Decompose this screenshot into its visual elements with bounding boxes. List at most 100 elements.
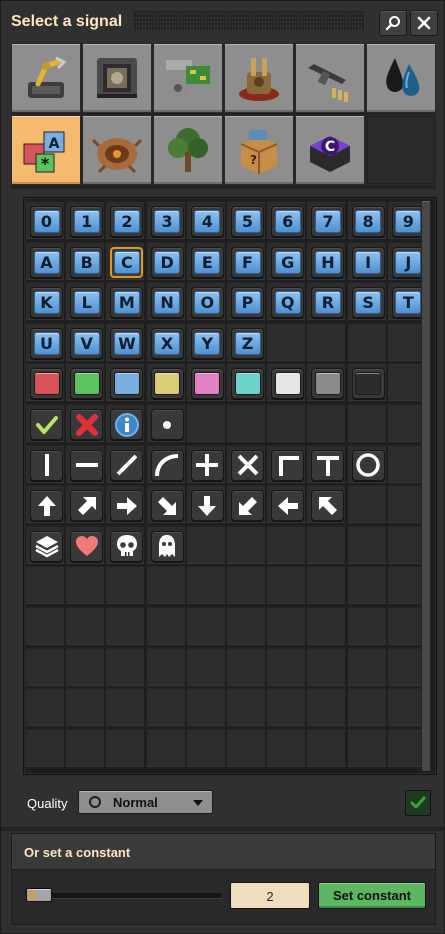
tab-fluids[interactable] <box>366 43 436 113</box>
signal-b[interactable]: B <box>70 246 104 278</box>
signal-9[interactable]: 9 <box>391 206 425 237</box>
signal-yellow[interactable] <box>150 368 184 400</box>
signal-circle[interactable] <box>351 449 385 481</box>
tab-constants[interactable]: C <box>295 115 365 185</box>
signal-grey[interactable] <box>311 368 345 400</box>
tab-production[interactable] <box>82 43 152 113</box>
grid-scrollbar-thumb[interactable] <box>422 201 430 771</box>
search-button[interactable] <box>379 10 407 36</box>
signal-3[interactable]: 3 <box>150 206 184 237</box>
signal-q[interactable]: Q <box>271 287 305 319</box>
signal-horizontal-line[interactable] <box>70 449 104 481</box>
signal-tee[interactable] <box>311 449 345 481</box>
signal-arrow-down[interactable] <box>190 490 224 522</box>
signal-t[interactable]: T <box>391 287 425 319</box>
signal-x[interactable]: X <box>150 327 184 359</box>
tab-unsorted[interactable]: ? <box>224 115 294 185</box>
tab-logistics[interactable] <box>11 43 81 113</box>
signal-5[interactable]: 5 <box>231 206 264 237</box>
signal-m[interactable]: M <box>110 287 144 319</box>
quality-row: Quality Normal <box>11 785 436 821</box>
signal-arrow-right[interactable] <box>110 490 144 522</box>
signal-n[interactable]: N <box>150 287 184 319</box>
quality-dropdown[interactable]: Normal <box>78 790 213 814</box>
signal-0[interactable]: 0 <box>30 206 63 237</box>
tab-environment[interactable] <box>153 115 223 185</box>
signal-s[interactable]: S <box>351 287 385 319</box>
signal-c[interactable]: C <box>110 246 144 278</box>
signal-skull[interactable] <box>110 530 144 562</box>
constant-slider-track[interactable] <box>26 893 222 898</box>
signal-s-label: S <box>355 291 382 315</box>
drag-handle[interactable] <box>133 11 364 31</box>
signal-blue[interactable] <box>110 368 144 400</box>
signal-slot-empty <box>186 647 225 686</box>
tab-intermediate-products[interactable] <box>153 43 223 113</box>
signal-green[interactable] <box>70 368 104 400</box>
signal-arrow-left[interactable] <box>271 490 305 522</box>
signal-r[interactable]: R <box>311 287 345 319</box>
signal-diagonal-line[interactable] <box>110 449 144 481</box>
signal-heart[interactable] <box>70 530 104 562</box>
signal-a[interactable]: A <box>30 246 63 278</box>
signal-arrow-down-right[interactable] <box>150 490 184 522</box>
signal-slot-empty <box>186 728 225 767</box>
signal-h[interactable]: H <box>311 246 345 278</box>
signal-deny[interactable] <box>70 409 104 440</box>
set-constant-button[interactable]: Set constant <box>318 882 426 909</box>
signal-l[interactable]: L <box>70 287 104 319</box>
signal-stack[interactable] <box>30 530 63 562</box>
signal-pink[interactable] <box>190 368 224 400</box>
signal-4-label: 4 <box>194 210 221 233</box>
signal-w[interactable]: W <box>110 327 144 359</box>
signal-arrow-up[interactable] <box>30 490 63 522</box>
deny-icon <box>75 413 98 436</box>
signal-check[interactable] <box>30 409 63 440</box>
signal-i[interactable]: I <box>351 246 385 278</box>
signal-8[interactable]: 8 <box>351 206 385 237</box>
signal-dot[interactable] <box>150 409 184 440</box>
signal-black[interactable] <box>351 368 385 400</box>
signal-6[interactable]: 6 <box>271 206 305 237</box>
signal-g[interactable]: G <box>271 246 305 278</box>
signal-curve[interactable] <box>150 449 184 481</box>
tab-signals[interactable]: A * <box>11 115 81 185</box>
signal-e[interactable]: E <box>190 246 224 278</box>
signal-p[interactable]: P <box>231 287 264 319</box>
signal-plus[interactable] <box>190 449 224 481</box>
signal-4[interactable]: 4 <box>190 206 224 237</box>
signal-arrow-up-right[interactable] <box>70 490 104 522</box>
tab-combat-structures[interactable] <box>224 43 294 113</box>
signal-f[interactable]: F <box>231 246 264 278</box>
signal-y[interactable]: Y <box>190 327 224 359</box>
signal-k[interactable]: K <box>30 287 63 319</box>
signal-2[interactable]: 2 <box>110 206 144 237</box>
signal-o[interactable]: O <box>190 287 224 319</box>
signal-cross[interactable] <box>231 449 264 481</box>
signal-vertical-line[interactable] <box>30 449 63 481</box>
signal-d[interactable]: D <box>150 246 184 278</box>
signal-red-swatch <box>33 372 60 396</box>
signal-info[interactable] <box>110 409 144 440</box>
signal-j[interactable]: J <box>391 246 425 278</box>
signal-arrow-down-left[interactable] <box>231 490 264 522</box>
signal-7[interactable]: 7 <box>311 206 345 237</box>
skull-icon <box>116 535 137 557</box>
close-button[interactable] <box>410 10 438 36</box>
signal-corner[interactable] <box>271 449 305 481</box>
tab-enemies[interactable] <box>82 115 152 185</box>
tab-combat[interactable] <box>295 43 365 113</box>
signal-red[interactable] <box>30 368 63 400</box>
signal-arrow-up-left[interactable] <box>311 490 345 522</box>
signal-ghost[interactable] <box>150 530 184 562</box>
signal-u[interactable]: U <box>30 327 63 359</box>
turret-icon <box>239 58 279 101</box>
constant-value-input[interactable]: 2 <box>230 882 310 909</box>
signal-1[interactable]: 1 <box>70 206 104 237</box>
signal-z[interactable]: Z <box>231 327 264 359</box>
constant-slider-handle[interactable] <box>26 888 52 902</box>
signal-v[interactable]: V <box>70 327 104 359</box>
signal-white[interactable] <box>271 368 305 400</box>
signal-cyan[interactable] <box>231 368 264 400</box>
confirm-button[interactable] <box>405 790 431 816</box>
